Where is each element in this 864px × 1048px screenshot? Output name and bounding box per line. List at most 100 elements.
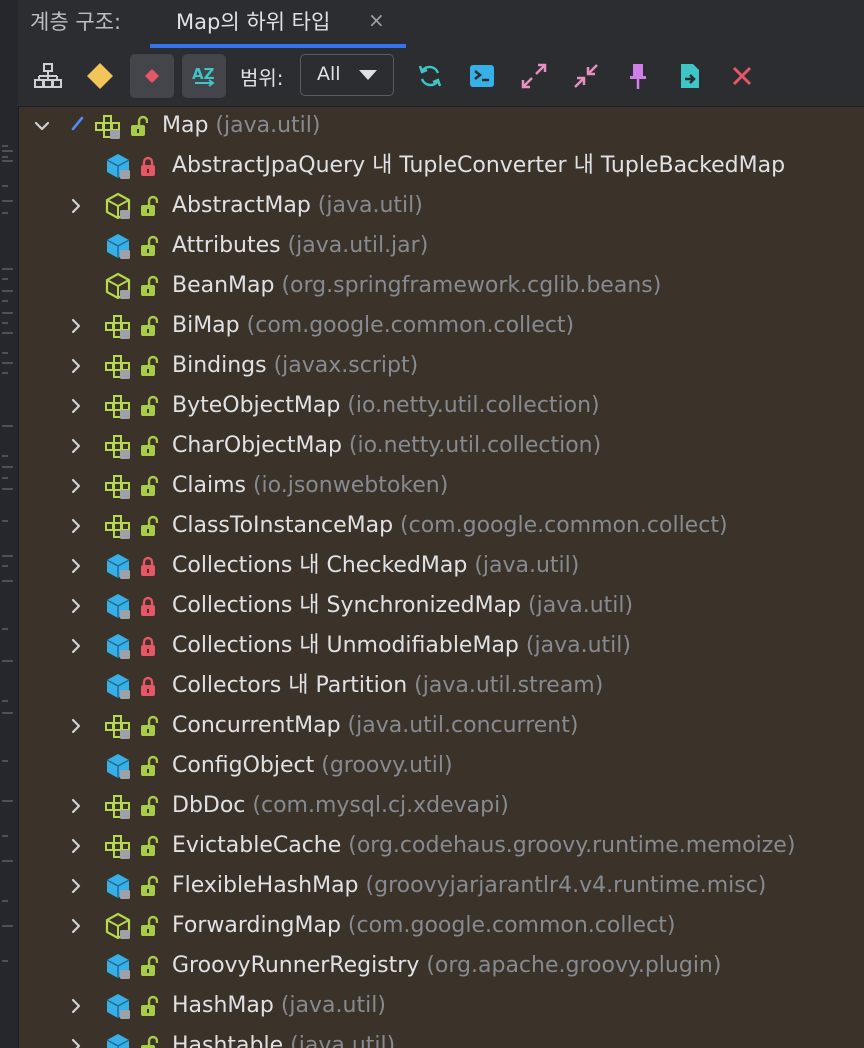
tree-item-text: ConcurrentMap (java.util.concurrent)	[172, 712, 578, 740]
package-name: (javax.script)	[266, 353, 419, 378]
tree-item-text: ByteObjectMap (io.netty.util.collection)	[172, 392, 600, 420]
editor-icon	[470, 65, 494, 87]
gutter-mark	[2, 425, 13, 427]
chevron-right-icon[interactable]	[66, 436, 86, 456]
gutter-mark	[2, 362, 13, 364]
gutter-mark	[2, 455, 8, 457]
chevron-right-icon[interactable]	[66, 836, 86, 856]
public-access-icon	[138, 355, 159, 377]
tree-item-text: BeanMap (org.springframework.cglib.beans…	[172, 272, 661, 300]
gutter-mark	[2, 925, 13, 927]
chevron-right-icon[interactable]	[66, 396, 86, 416]
type-name: ConcurrentMap	[172, 713, 341, 738]
package-name: (com.mysql.cj.xdevapi)	[245, 793, 509, 818]
tree-item-text: CharObjectMap (io.netty.util.collection)	[172, 432, 601, 460]
chevron-right-icon[interactable]	[66, 596, 86, 616]
chevron-right-icon[interactable]	[66, 716, 86, 736]
chevron-right-icon[interactable]	[66, 316, 86, 336]
tree-row[interactable]: ConfigObject (groovy.util)	[18, 746, 864, 786]
tree-row[interactable]: BeanMap (org.springframework.cglib.beans…	[18, 266, 864, 306]
chevron-right-icon[interactable]	[66, 556, 86, 576]
tree-row[interactable]: CharObjectMap (io.netty.util.collection)	[18, 426, 864, 466]
chevron-right-icon[interactable]	[66, 796, 86, 816]
tree-root-row[interactable]: Map (java.util)	[18, 106, 864, 146]
interface-icon	[104, 512, 132, 540]
type-name: DbDoc	[172, 793, 246, 818]
close-tab-icon[interactable]: ×	[368, 8, 385, 32]
chevron-down-icon[interactable]	[32, 116, 52, 136]
hierarchy-toolbar: AZ 범위: All	[18, 48, 864, 107]
chevron-right-icon[interactable]	[66, 196, 86, 216]
chevron-right-icon[interactable]	[66, 1036, 86, 1048]
tree-row[interactable]: BiMap (com.google.common.collect)	[18, 306, 864, 346]
tree-row[interactable]: AbstractJpaQuery 내 TupleConverter 내 Tupl…	[18, 146, 864, 186]
class-icon	[104, 992, 132, 1020]
sort-alphabetically-button[interactable]: AZ	[182, 54, 226, 98]
package-name: (java.util)	[208, 113, 321, 138]
export-button[interactable]	[668, 54, 712, 98]
tree-row[interactable]: ConcurrentMap (java.util.concurrent)	[18, 706, 864, 746]
gutter-mark	[2, 555, 13, 557]
tree-item-text: FlexibleHashMap (groovyjarjarantlr4.v4.r…	[172, 872, 766, 900]
tree-row[interactable]: Collectors 내 Partition (java.util.stream…	[18, 666, 864, 706]
tree-row[interactable]: ClassToInstanceMap (com.google.common.co…	[18, 506, 864, 546]
chevron-right-icon[interactable]	[66, 356, 86, 376]
tree-item-text: Bindings (javax.script)	[172, 352, 418, 380]
tree-item-text: AbstractJpaQuery 내 TupleConverter 내 Tupl…	[172, 152, 785, 180]
tree-row[interactable]: ByteObjectMap (io.netty.util.collection)	[18, 386, 864, 426]
type-name: BiMap	[172, 313, 240, 338]
abstract-class-icon	[104, 912, 132, 940]
chevron-right-icon[interactable]	[66, 516, 86, 536]
public-access-icon	[128, 115, 149, 137]
tree-row[interactable]: Collections 내 UnmodifiableMap (java.util…	[18, 626, 864, 666]
type-name: GroovyRunnerRegistry	[172, 953, 420, 978]
gutter-mark	[2, 960, 8, 962]
gutter-mark	[2, 760, 8, 762]
tree-row[interactable]: Collections 내 SynchronizedMap (java.util…	[18, 586, 864, 626]
close-panel-button[interactable]	[720, 54, 764, 98]
public-access-icon	[138, 955, 159, 977]
tree-row[interactable]: ForwardingMap (com.google.common.collect…	[18, 906, 864, 946]
tree-row[interactable]: Bindings (javax.script)	[18, 346, 864, 386]
tab-subtypes[interactable]: Map의 하위 타입 ×	[150, 0, 406, 48]
tree-row[interactable]: GroovyRunnerRegistry (org.apache.groovy.…	[18, 946, 864, 986]
public-access-icon	[138, 1035, 159, 1048]
package-name: (java.util.jar)	[280, 233, 429, 258]
private-access-icon	[138, 555, 158, 577]
subtypes-button[interactable]	[130, 54, 174, 98]
package-name: (groovyjarjarantlr4.v4.runtime.misc)	[358, 873, 767, 898]
public-access-icon	[138, 915, 159, 937]
tree-row[interactable]: FlexibleHashMap (groovyjarjarantlr4.v4.r…	[18, 866, 864, 906]
tree-row[interactable]: Hashtable (java.util)	[18, 1026, 864, 1048]
package-name: (java.util)	[283, 1033, 396, 1048]
svg-text:AZ: AZ	[192, 65, 215, 83]
tree-row[interactable]: Claims (io.jsonwebtoken)	[18, 466, 864, 506]
collapse-all-button[interactable]	[564, 54, 608, 98]
tree-row[interactable]: Attributes (java.util.jar)	[18, 226, 864, 266]
tree-item-text: Collections 내 SynchronizedMap (java.util…	[172, 592, 633, 620]
refresh-button[interactable]	[408, 54, 452, 98]
pin-tab-button[interactable]	[616, 54, 660, 98]
chevron-right-icon[interactable]	[66, 916, 86, 936]
gutter-mark	[2, 200, 13, 202]
class-hierarchy-button[interactable]	[26, 54, 70, 98]
tree-row[interactable]: Collections 내 CheckedMap (java.util)	[18, 546, 864, 586]
chevron-right-icon[interactable]	[66, 876, 86, 896]
hierarchy-tree[interactable]: Map (java.util) AbstractJpaQuery 내 TupleC…	[18, 106, 864, 1048]
tree-row[interactable]: DbDoc (com.mysql.cj.xdevapi)	[18, 786, 864, 826]
gutter-mark	[2, 268, 13, 270]
tree-row[interactable]: HashMap (java.util)	[18, 986, 864, 1026]
chevron-right-icon[interactable]	[66, 476, 86, 496]
type-name: ForwardingMap	[172, 913, 341, 938]
gutter-mark	[2, 700, 8, 702]
tree-row[interactable]: EvictableCache (org.codehaus.groovy.runt…	[18, 826, 864, 866]
expand-all-button[interactable]	[512, 54, 556, 98]
tree-row[interactable]: AbstractMap (java.util)	[18, 186, 864, 226]
class-icon	[104, 152, 132, 180]
supertypes-button[interactable]	[78, 54, 122, 98]
scope-dropdown[interactable]: All	[300, 54, 394, 96]
interface-icon	[104, 832, 132, 860]
open-in-editor-button[interactable]	[460, 54, 504, 98]
chevron-right-icon[interactable]	[66, 636, 86, 656]
chevron-right-icon[interactable]	[66, 996, 86, 1016]
